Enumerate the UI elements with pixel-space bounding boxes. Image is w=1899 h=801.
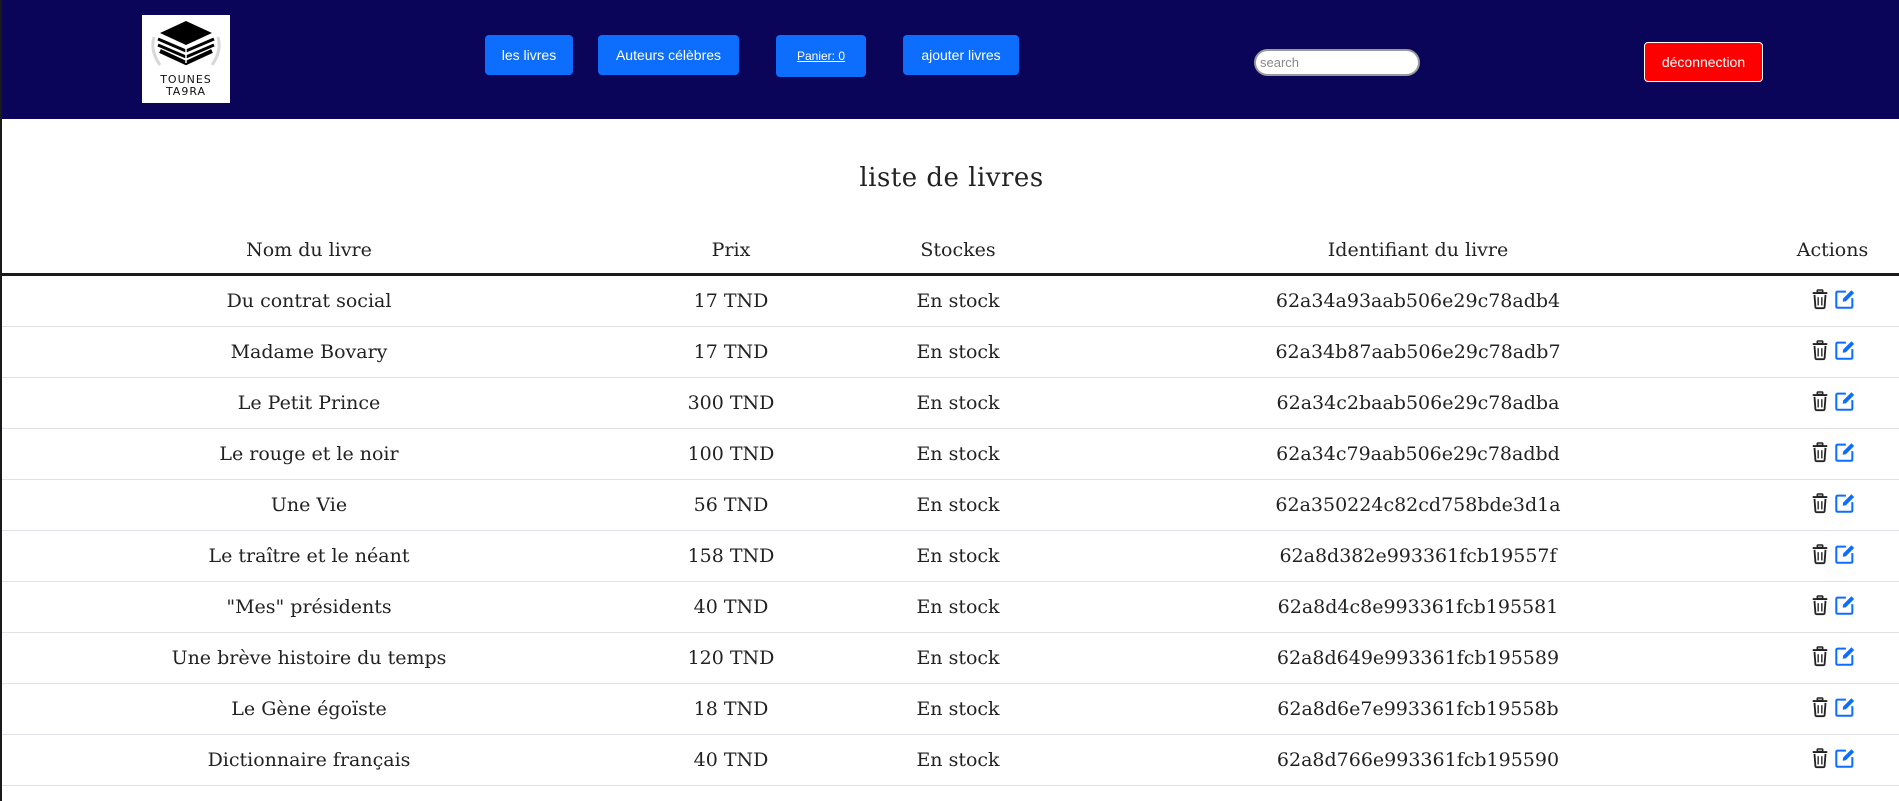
book-actions-cell (1766, 479, 1899, 531)
book-name-cell: Le Gène égoïste (2, 683, 616, 735)
famous-authors-nav-button[interactable]: Auteurs célèbres (598, 35, 739, 75)
book-price-cell: 158 TND (616, 530, 846, 582)
trash-icon[interactable] (1809, 441, 1831, 463)
book-id-cell: 62a8d4c8e993361fcb195581 (1070, 581, 1766, 633)
table-header-row: Nom du livre Prix Stockes Identifiant du… (2, 227, 1899, 276)
column-header-id: Identifiant du livre (1070, 227, 1766, 276)
book-id-cell: 62a8d382e993361fcb19557f (1070, 530, 1766, 582)
trash-icon[interactable] (1809, 696, 1831, 718)
table-row: Dictionnaire français 40 TND En stock 62… (2, 734, 1899, 786)
trash-icon[interactable] (1809, 288, 1831, 310)
book-actions-cell (1766, 274, 1899, 327)
edit-icon[interactable] (1834, 747, 1856, 769)
table-row: Le traître et le néant 158 TND En stock … (2, 530, 1899, 582)
table-row: Le Petit Prince 300 TND En stock 62a34c2… (2, 377, 1899, 429)
book-name-cell: Le traître et le néant (2, 530, 616, 582)
trash-icon[interactable] (1809, 492, 1831, 514)
edit-icon[interactable] (1834, 339, 1856, 361)
book-id-cell: 62a34b87aab506e29c78adb7 (1070, 326, 1766, 378)
book-id-cell: 62a8d6e7e993361fcb19558b (1070, 683, 1766, 735)
book-actions-cell (1766, 632, 1899, 684)
books-table-body: Du contrat social 17 TND En stock 62a34a… (2, 274, 1899, 786)
book-actions-cell (1766, 326, 1899, 378)
book-actions-cell (1766, 530, 1899, 582)
book-price-cell: 17 TND (616, 274, 846, 327)
edit-icon[interactable] (1834, 696, 1856, 718)
column-header-stock: Stockes (846, 227, 1070, 276)
book-stock-cell: En stock (846, 632, 1070, 684)
book-actions-cell (1766, 428, 1899, 480)
book-actions-cell (1766, 581, 1899, 633)
books-table: Nom du livre Prix Stockes Identifiant du… (2, 227, 1899, 786)
book-stock-cell: En stock (846, 683, 1070, 735)
book-price-cell: 100 TND (616, 428, 846, 480)
table-row: Une brève histoire du temps 120 TND En s… (2, 632, 1899, 684)
trash-icon[interactable] (1809, 645, 1831, 667)
edit-icon[interactable] (1834, 645, 1856, 667)
book-name-cell: Une Vie (2, 479, 616, 531)
book-name-cell: Madame Bovary (2, 326, 616, 378)
column-header-name: Nom du livre (2, 227, 616, 276)
cart-button[interactable]: Panier: 0 (776, 35, 866, 77)
book-stock-cell: En stock (846, 428, 1070, 480)
book-stock-cell: En stock (846, 377, 1070, 429)
book-stock-cell: En stock (846, 530, 1070, 582)
edit-icon[interactable] (1834, 390, 1856, 412)
book-actions-cell (1766, 734, 1899, 786)
book-id-cell: 62a34c79aab506e29c78adbd (1070, 428, 1766, 480)
site-logo[interactable]: TOUNES TA9RA (142, 15, 230, 103)
trash-icon[interactable] (1809, 339, 1831, 361)
book-id-cell: 62a8d649e993361fcb195589 (1070, 632, 1766, 684)
edit-icon[interactable] (1834, 288, 1856, 310)
book-actions-cell (1766, 683, 1899, 735)
book-name-cell: Dictionnaire français (2, 734, 616, 786)
table-row: Du contrat social 17 TND En stock 62a34a… (2, 274, 1899, 327)
book-price-cell: 120 TND (616, 632, 846, 684)
logo-text-line-2: TA9RA (165, 85, 207, 98)
book-stock-cell: En stock (846, 479, 1070, 531)
trash-icon[interactable] (1809, 543, 1831, 565)
book-price-cell: 40 TND (616, 581, 846, 633)
trash-icon[interactable] (1809, 594, 1831, 616)
book-id-cell: 62a8d766e993361fcb195590 (1070, 734, 1766, 786)
book-price-cell: 18 TND (616, 683, 846, 735)
book-id-cell: 62a34a93aab506e29c78adb4 (1070, 274, 1766, 327)
book-name-cell: Une brève histoire du temps (2, 632, 616, 684)
table-row: Le rouge et le noir 100 TND En stock 62a… (2, 428, 1899, 480)
book-stock-cell: En stock (846, 274, 1070, 327)
table-row: "Mes" présidents 40 TND En stock 62a8d4c… (2, 581, 1899, 633)
add-books-nav-button[interactable]: ajouter livres (903, 35, 1019, 75)
book-stock-cell: En stock (846, 326, 1070, 378)
book-name-cell: Du contrat social (2, 274, 616, 327)
trash-icon[interactable] (1809, 390, 1831, 412)
book-stack-icon (151, 21, 221, 66)
book-name-cell: "Mes" présidents (2, 581, 616, 633)
book-price-cell: 17 TND (616, 326, 846, 378)
book-name-cell: Le Petit Prince (2, 377, 616, 429)
edit-icon[interactable] (1834, 543, 1856, 565)
table-row: Madame Bovary 17 TND En stock 62a34b87aa… (2, 326, 1899, 378)
book-price-cell: 300 TND (616, 377, 846, 429)
search-input[interactable] (1254, 49, 1420, 76)
book-stock-cell: En stock (846, 581, 1070, 633)
column-header-actions: Actions (1766, 227, 1899, 276)
logout-button[interactable]: déconnection (1644, 42, 1763, 82)
book-id-cell: 62a34c2baab506e29c78adba (1070, 377, 1766, 429)
trash-icon[interactable] (1809, 747, 1831, 769)
book-name-cell: Le rouge et le noir (2, 428, 616, 480)
books-nav-button[interactable]: les livres (485, 35, 573, 75)
top-navbar: TOUNES TA9RA les livres Auteurs célèbres… (2, 0, 1899, 119)
table-row: Le Gène égoïste 18 TND En stock 62a8d6e7… (2, 683, 1899, 735)
book-price-cell: 56 TND (616, 479, 846, 531)
column-header-price: Prix (616, 227, 846, 276)
edit-icon[interactable] (1834, 492, 1856, 514)
edit-icon[interactable] (1834, 594, 1856, 616)
book-stock-cell: En stock (846, 734, 1070, 786)
table-row: Une Vie 56 TND En stock 62a350224c82cd75… (2, 479, 1899, 531)
book-actions-cell (1766, 377, 1899, 429)
book-price-cell: 40 TND (616, 734, 846, 786)
page-title: liste de livres (859, 163, 1044, 193)
book-id-cell: 62a350224c82cd758bde3d1a (1070, 479, 1766, 531)
edit-icon[interactable] (1834, 441, 1856, 463)
